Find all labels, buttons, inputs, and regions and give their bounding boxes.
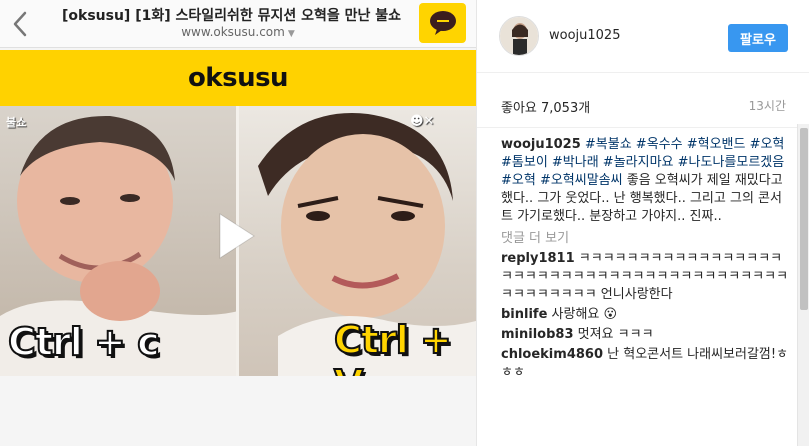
comments-scrollbar[interactable] [797, 124, 809, 446]
video-player[interactable]: 불쇼 ☻✕ Ctrl + c Ctrl + V [0, 106, 476, 376]
follow-button[interactable]: 팔로우 [728, 24, 788, 52]
comment-item: binlife 사랑해요 😮 [501, 306, 791, 324]
more-comments-link[interactable]: 댓글 더 보기 [501, 230, 791, 248]
comment-item: minilob83 멋져요 ㅋㅋㅋ [501, 326, 791, 344]
avatar-image [500, 17, 538, 55]
username-link[interactable]: wooju1025 [549, 28, 620, 43]
comment-item: reply1811 ㅋㅋㅋㅋㅋㅋㅋㅋㅋㅋㅋㅋㅋㅋㅋㅋㅋㅋㅋㅋㅋㅋㅋㅋㅋㅋㅋㅋㅋㅋ… [501, 250, 791, 304]
kakao-talk-icon [429, 11, 456, 35]
watermark-right: ☻✕ [410, 114, 435, 129]
caption-left: Ctrl + c [7, 319, 161, 365]
post-time[interactable]: 13시간 [749, 97, 786, 114]
browser-bar: [oksusu] [1화] 스타일리쉬한 뮤지션 오혁을 만난 불쇼 www.o… [0, 0, 476, 48]
post-header: wooju1025 팔로우 [477, 0, 809, 73]
caption: wooju1025 #복불쇼 #옥수수 #혁오밴드 #오혁 #톰보이 #박나래 … [501, 136, 791, 226]
brand-banner: oksusu [0, 50, 476, 106]
dropdown-caret-icon: ▼ [287, 29, 295, 39]
post-panel: wooju1025 팔로우 좋아요 7,053개 13시간 wooju1025 … [476, 0, 809, 446]
comment-username[interactable]: binlife [501, 307, 547, 322]
url-text: www.oksusu.com [181, 25, 285, 39]
caption-right: Ctrl + V [333, 317, 453, 376]
play-icon[interactable] [208, 210, 260, 262]
comment-text: 멋져요 ㅋㅋㅋ [577, 327, 654, 342]
comment-username[interactable]: chloekim4860 [501, 347, 603, 362]
brand-logo: oksusu [187, 63, 289, 93]
comment-text: 사랑해요 😮 [551, 307, 618, 322]
scrollbar-thumb[interactable] [800, 128, 808, 310]
likes-count[interactable]: 좋아요 7,053개 [501, 97, 590, 116]
watermark-left: 불쇼 [6, 116, 27, 129]
comment-username[interactable]: minilob83 [501, 327, 574, 342]
page-url[interactable]: www.oksusu.com ▼ [0, 25, 476, 39]
comment-username[interactable]: reply1811 [501, 251, 575, 266]
caption-username[interactable]: wooju1025 [501, 137, 581, 152]
comment-item: chloekim4860 난 혁오콘서트 나래씨보러갈껌!ㅎㅎㅎ [501, 346, 791, 382]
comments-list: wooju1025 #복불쇼 #옥수수 #혁오밴드 #오혁 #톰보이 #박나래 … [501, 136, 791, 382]
avatar[interactable] [499, 16, 539, 56]
likes-row: 좋아요 7,053개 13시간 [477, 73, 798, 128]
kakao-share-button[interactable] [419, 3, 466, 43]
video-pane: [oksusu] [1화] 스타일리쉬한 뮤지션 오혁을 만난 불쇼 www.o… [0, 0, 476, 446]
page-title: [oksusu] [1화] 스타일리쉬한 뮤지션 오혁을 만난 불쇼 [62, 8, 402, 24]
